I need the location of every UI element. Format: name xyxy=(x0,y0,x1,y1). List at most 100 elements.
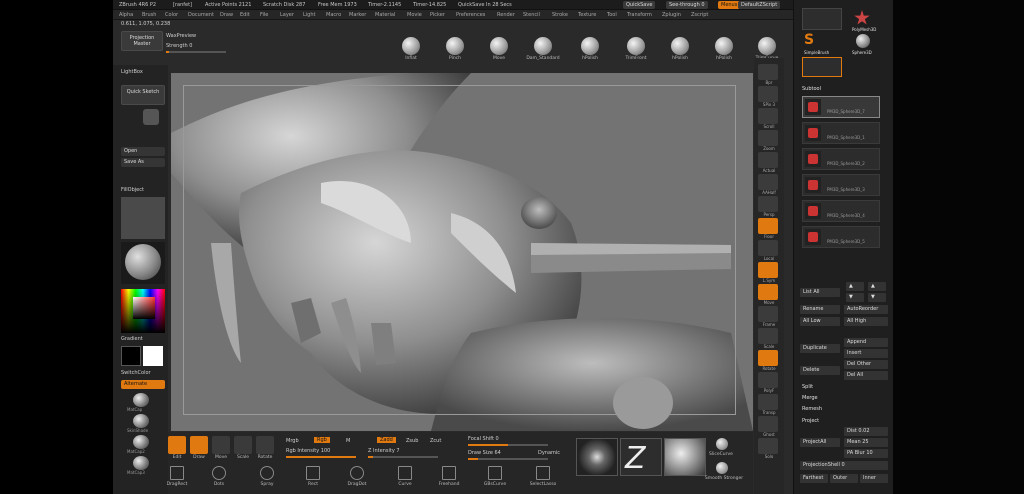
pa-blur-slider[interactable]: PA Blur 10 xyxy=(844,449,888,458)
list-all-button[interactable]: List All xyxy=(800,288,840,297)
shelf-l-sym-button[interactable] xyxy=(758,262,778,278)
all-high-button[interactable]: All High xyxy=(844,317,888,326)
outer-button[interactable]: Outer xyxy=(830,474,858,483)
rgb-intensity-track[interactable] xyxy=(286,456,356,458)
z-intensity-slider[interactable]: Z Intensity 7 xyxy=(368,448,400,454)
stroke-thumbnail[interactable]: Z xyxy=(620,438,662,476)
strength-slider[interactable] xyxy=(166,51,226,53)
shelf-aahalf-button[interactable] xyxy=(758,174,778,190)
shelf-scroll-button[interactable] xyxy=(758,108,778,124)
wax-preview-button[interactable]: WaxPreview xyxy=(166,33,196,39)
menu-item-movie[interactable]: Movie xyxy=(407,12,422,18)
subtool-row[interactable]: PM3D_Sphere3D_2 xyxy=(802,148,880,170)
menu-item-stencil[interactable]: Stencil xyxy=(523,12,540,18)
all-low-button[interactable]: All Low xyxy=(800,317,840,326)
remesh-section[interactable]: Remesh xyxy=(802,406,822,412)
default-zscript-button[interactable]: DefaultZScript xyxy=(738,1,781,9)
scale-mode-button[interactable] xyxy=(234,436,252,454)
brush-5-icon[interactable] xyxy=(627,37,645,55)
farthest-button[interactable]: Farthest xyxy=(800,474,828,483)
projection-master-button[interactable]: Projection Master xyxy=(121,31,163,51)
menu-item-picker[interactable]: Picker xyxy=(430,12,445,18)
menu-item-stroke[interactable]: Stroke xyxy=(552,12,568,18)
auto-reorder-button[interactable]: AutoReorder xyxy=(844,305,888,314)
menu-item-marker[interactable]: Marker xyxy=(349,12,366,18)
shelf-bpr-button[interactable] xyxy=(758,64,778,80)
menu-item-file[interactable]: File xyxy=(260,12,268,18)
menu-item-macro[interactable]: Macro xyxy=(326,12,341,18)
shelf-ghost-button[interactable] xyxy=(758,416,778,432)
m-button[interactable]: M xyxy=(346,438,350,444)
material-0-icon[interactable] xyxy=(133,393,149,407)
menus-button[interactable]: Menus xyxy=(718,1,741,9)
brush-2-icon[interactable] xyxy=(490,37,508,55)
shelf-scale-button[interactable] xyxy=(758,328,778,344)
stroke-curve-icon[interactable] xyxy=(398,466,412,480)
menu-item-zplugin[interactable]: Zplugin xyxy=(662,12,681,18)
del-all-button[interactable]: Del All xyxy=(844,371,888,380)
quicksave-button[interactable]: QuickSave xyxy=(623,1,656,9)
dynamic-button[interactable]: Dynamic xyxy=(538,450,560,456)
zcut-button[interactable]: Zcut xyxy=(430,438,441,444)
append-button[interactable]: Append xyxy=(844,338,888,347)
stroke-spray-icon[interactable] xyxy=(260,466,274,480)
dist-slider[interactable]: Dist 0.02 xyxy=(844,427,888,436)
shelf-floor-button[interactable] xyxy=(758,218,778,234)
shelf-transp-button[interactable] xyxy=(758,394,778,410)
rgb-intensity-slider[interactable]: Rgb Intensity 100 xyxy=(286,448,330,454)
stroke-rect-icon[interactable] xyxy=(306,466,320,480)
material-2-icon[interactable] xyxy=(133,435,149,449)
subtool-row[interactable]: PM3D_Sphere3D_3 xyxy=(802,174,880,196)
brush-8-icon[interactable] xyxy=(758,37,776,55)
brush-3-icon[interactable] xyxy=(534,37,552,55)
primary-color-swatch[interactable] xyxy=(143,346,163,366)
subtool-row[interactable]: PM3D_Sphere3D_5 xyxy=(802,226,880,248)
material-1-icon[interactable] xyxy=(133,414,149,428)
stroke-freehand-icon[interactable] xyxy=(442,466,456,480)
z-intensity-track[interactable] xyxy=(368,456,438,458)
star-tool-icon[interactable] xyxy=(854,10,870,25)
arrow-up-2-button[interactable]: ▲ xyxy=(868,282,886,291)
arrow-down-2-button[interactable]: ▼ xyxy=(868,293,886,302)
menu-item-render[interactable]: Render xyxy=(497,12,515,18)
subtool-row[interactable]: PM3D_Sphere3D_4 xyxy=(802,200,880,222)
subtool-header[interactable]: Subtool xyxy=(802,86,821,92)
lightbox-button[interactable]: LightBox xyxy=(121,69,143,75)
open-button[interactable]: Open xyxy=(121,147,165,156)
draw-size-slider[interactable]: Draw Size 64 xyxy=(468,450,501,456)
project-section[interactable]: Project xyxy=(802,418,819,424)
del-other-button[interactable]: Del Other xyxy=(844,360,888,369)
save-as-button[interactable]: Save As xyxy=(121,158,165,167)
focal-shift-track[interactable] xyxy=(468,444,548,446)
edit-mode-button[interactable] xyxy=(168,436,186,454)
simplebrush-icon[interactable]: S xyxy=(804,32,820,48)
brush-4-icon[interactable] xyxy=(581,37,599,55)
smooth-brush-icon[interactable] xyxy=(716,462,728,474)
mrgb-button[interactable]: Mrgb xyxy=(286,438,299,444)
stroke-selectlasso-icon[interactable] xyxy=(536,466,550,480)
rotate-mode-button[interactable] xyxy=(256,436,274,454)
zsub-button[interactable]: Zsub xyxy=(406,438,418,444)
quick-sketch-button[interactable]: Quick Sketch xyxy=(121,85,165,105)
stroke-gbscurve-icon[interactable] xyxy=(488,466,502,480)
draw-size-track[interactable] xyxy=(468,458,548,460)
shelf-solo-button[interactable] xyxy=(758,438,778,454)
shelf-polyf-button[interactable] xyxy=(758,372,778,388)
menu-item-light[interactable]: Light xyxy=(303,12,315,18)
inner-button[interactable]: Inner xyxy=(860,474,888,483)
switch-color-button[interactable]: SwitchColor xyxy=(121,370,151,376)
shelf-spix-3-button[interactable] xyxy=(758,86,778,102)
menu-item-draw[interactable]: Draw xyxy=(220,12,233,18)
split-section[interactable]: Split xyxy=(802,384,813,390)
brush-6-icon[interactable] xyxy=(671,37,689,55)
project-all-button[interactable]: ProjectAll xyxy=(800,438,840,447)
alternate-button[interactable]: Alternate xyxy=(121,380,165,389)
arrow-up-button[interactable]: ▲ xyxy=(846,282,864,291)
menu-item-material[interactable]: Material xyxy=(375,12,395,18)
menu-item-preferences[interactable]: Preferences xyxy=(456,12,485,18)
subtool-row[interactable]: PM3D_Sphere3D_7 xyxy=(802,96,880,118)
insert-button[interactable]: Insert xyxy=(844,349,888,358)
tool-preview[interactable] xyxy=(121,197,165,239)
projection-shell-slider[interactable]: ProjectionShell 0 xyxy=(800,461,888,470)
shelf-local-button[interactable] xyxy=(758,240,778,256)
